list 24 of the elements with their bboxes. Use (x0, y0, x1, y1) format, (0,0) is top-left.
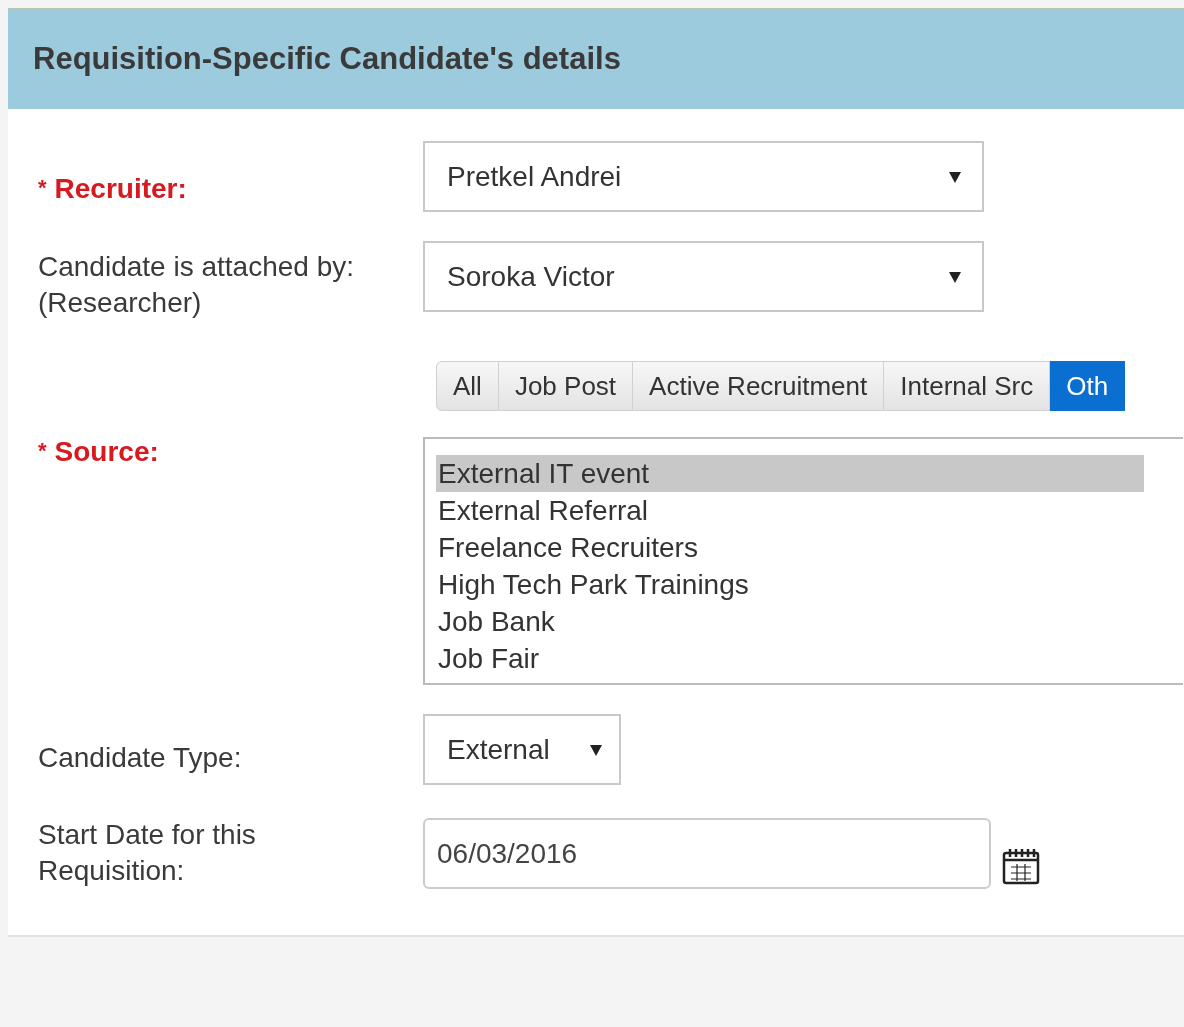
list-option[interactable]: Job Fair (436, 640, 1144, 677)
caret-icon (948, 269, 962, 284)
list-option[interactable]: High Tech Park Trainings (436, 566, 1144, 603)
date-field[interactable]: 06/03/2016 (423, 818, 991, 889)
select-field[interactable]: Soroka Victor (423, 241, 984, 312)
source-list[interactable]: External IT event External Referral Freelance Recruiters High Tech Park Trainings Job Bank Job Fair (423, 437, 1183, 685)
caret-icon (948, 169, 962, 184)
list-option[interactable]: External Referral (436, 492, 1144, 529)
list-option[interactable]: External IT event (436, 455, 1144, 492)
select-field[interactable]: External (423, 714, 621, 785)
source-tab[interactable]: All (436, 361, 499, 411)
calendar-icon[interactable] (1002, 847, 1040, 885)
list-option[interactable]: Freelance Recruiters (436, 529, 1144, 566)
field-label: Candidate is attached by: (Researcher) (38, 251, 354, 318)
select-field[interactable]: Pretkel Andrei (423, 141, 984, 212)
source-tab[interactable]: Oth (1050, 361, 1126, 411)
source-tab[interactable]: Internal Src (884, 361, 1051, 411)
source-tab[interactable]: Active Recruitment (633, 361, 885, 411)
list-option[interactable]: Job Bank (436, 603, 1144, 640)
source-tab[interactable]: Job Post (498, 361, 634, 411)
field-label: Start Date for this Requisition: (38, 819, 256, 886)
field-label: Candidate Type: (38, 742, 242, 773)
panel-title: Requisition-Specific Candidate's details (33, 41, 621, 77)
caret-icon (589, 742, 603, 757)
